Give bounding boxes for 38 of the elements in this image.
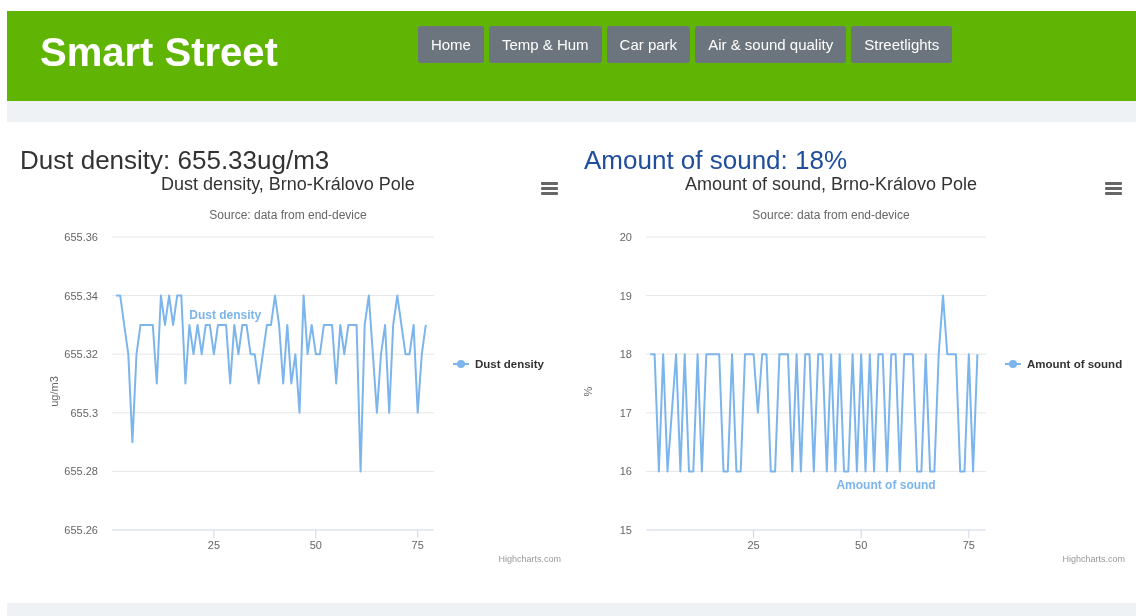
reading-heading: Amount of sound: 18% [584,145,849,175]
y-tick-label: 655.36 [64,231,98,243]
chart-title: Dust density, Brno-Královo Pole [161,174,415,194]
legend-item[interactable]: Dust density [475,358,544,370]
nav-button[interactable]: Temp & Hum [488,26,602,63]
y-tick-label: 15 [619,524,632,536]
credits-link[interactable]: Highcharts.com [1062,554,1125,564]
y-tick-label: 16 [619,465,632,478]
x-tick-label: 25 [747,539,760,551]
y-tick-label: 655.32 [64,348,98,361]
y-tick-label: 655.34 [64,289,98,302]
reading-heading: Dust density: 655.33ug/m3 [20,145,331,175]
x-tick-label: 75 [962,539,975,551]
y-tick-label: 655.26 [64,524,98,536]
nav-button[interactable]: Home [417,26,484,63]
legend-item[interactable]: Amount of sound [1027,358,1123,370]
series-label: Dust density [189,308,262,323]
y-tick-label: 19 [619,289,632,302]
chart-subtitle: Source: data from end-device [209,208,367,222]
series-label: Amount of sound [836,478,936,492]
y-tick-label: 655.3 [70,406,98,419]
y-tick-label: 17 [619,406,632,419]
nav-button[interactable]: Air & sound quality [695,26,847,63]
x-tick-label: 25 [207,539,220,551]
chart-title: Amount of sound, Brno-Královo Pole [684,174,978,194]
y-axis-label: ug/m3 [48,376,60,407]
x-tick-label: 50 [309,539,322,551]
nav-button[interactable]: Car park [606,26,691,63]
y-tick-label: 20 [619,231,632,243]
x-tick-label: 75 [411,539,424,551]
x-tick-label: 50 [855,539,868,551]
y-tick-label: 655.28 [64,465,98,478]
y-tick-label: 18 [619,348,632,361]
chart-subtitle: Source: data from end-device [752,208,910,222]
nav-button[interactable]: Streetlights [851,26,953,63]
site-title: Smart Street [40,29,278,76]
y-axis-label: % [582,386,594,397]
credits-link[interactable]: Highcharts.com [498,554,561,564]
